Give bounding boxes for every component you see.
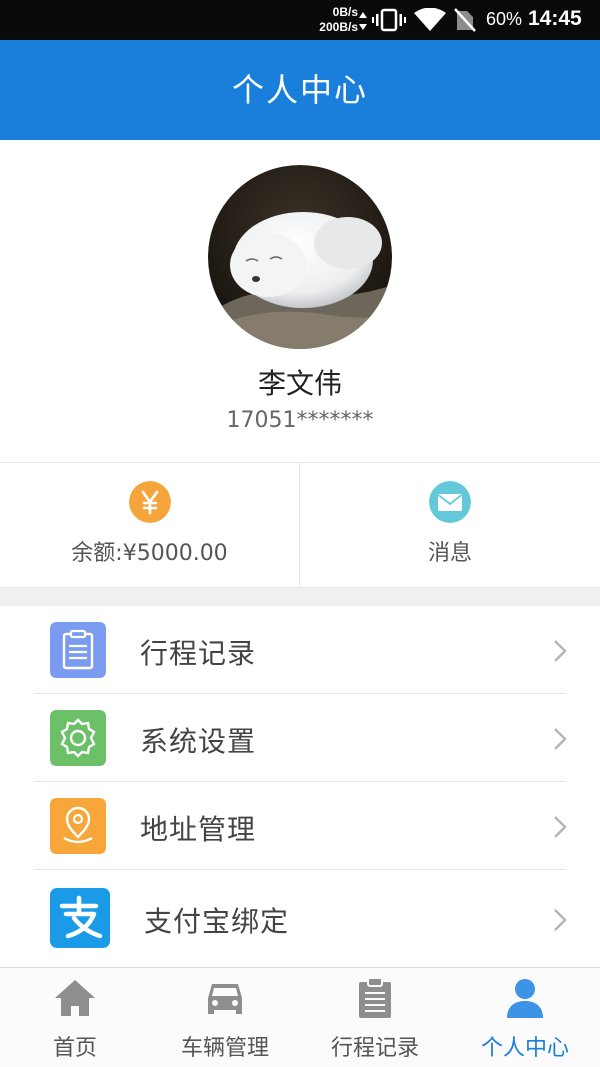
net-up-speed: 200B/s — [319, 20, 358, 34]
menu-item-system-settings[interactable]: 系统设置 — [0, 694, 600, 782]
section-gap — [0, 588, 600, 606]
nav-personal-center[interactable]: 个人中心 — [450, 968, 600, 1067]
quick-actions: 余额:¥5000.00 消息 — [0, 462, 600, 588]
nav-label: 个人中心 — [480, 1036, 569, 1061]
nav-label: 首页 — [52, 1036, 97, 1061]
clock: 14:45 — [528, 7, 582, 30]
messages-button[interactable]: 消息 — [300, 463, 600, 588]
nav-trip-records[interactable]: 行程记录 — [300, 968, 450, 1067]
battery-level: 60% — [486, 9, 523, 29]
menu-item-label: 系统设置 — [140, 725, 257, 758]
menu-item-trip-records[interactable]: 行程记录 — [0, 606, 600, 694]
chevron-right-icon — [554, 909, 567, 931]
avatar[interactable] — [208, 165, 392, 349]
avatar-photo — [208, 165, 392, 349]
clipboard-icon — [359, 977, 391, 1018]
menu-item-label: 支付宝绑定 — [144, 905, 290, 938]
chevron-right-icon — [554, 640, 567, 662]
car-icon — [208, 984, 242, 1014]
page-title: 个人中心 — [231, 71, 368, 109]
data-arrows-icon — [359, 12, 367, 30]
menu-item-alipay-binding[interactable]: 支付宝绑定 — [0, 870, 600, 966]
gear-icon — [50, 710, 106, 766]
alipay-icon — [50, 888, 110, 948]
menu-item-address-management[interactable]: 地址管理 — [0, 782, 600, 870]
bottom-nav: 首页 车辆管理 行程记录 个人中心 — [0, 967, 600, 1067]
net-down-speed: 0B/s — [332, 5, 358, 19]
profile-section: 李文伟 17051******* — [0, 140, 600, 462]
user-phone: 17051******* — [226, 408, 374, 433]
network-speed: 0B/s 200B/s — [306, 5, 358, 35]
home-icon — [55, 980, 95, 1016]
menu-item-label: 地址管理 — [140, 813, 257, 846]
location-pin-icon — [50, 798, 106, 854]
menu-item-label: 行程记录 — [140, 637, 257, 670]
nav-label: 行程记录 — [330, 1036, 419, 1061]
vibrate-icon — [372, 8, 406, 32]
chevron-right-icon — [554, 728, 567, 750]
balance-button[interactable]: 余额:¥5000.00 — [0, 463, 300, 588]
message-label: 消息 — [427, 541, 472, 566]
status-bar: 0B/s 200B/s 60% 14:45 — [0, 0, 600, 40]
yen-icon — [129, 481, 171, 523]
balance-label: 余额:¥5000.00 — [71, 541, 228, 566]
clipboard-icon — [50, 622, 106, 678]
nav-vehicle-management[interactable]: 车辆管理 — [150, 968, 300, 1067]
wifi-icon — [414, 8, 446, 31]
person-icon — [507, 979, 543, 1018]
nav-label: 车辆管理 — [180, 1036, 269, 1061]
chevron-right-icon — [554, 816, 567, 838]
app-header: 个人中心 — [0, 40, 600, 140]
no-sim-icon — [454, 8, 476, 32]
user-name: 李文伟 — [257, 367, 342, 400]
nav-home[interactable]: 首页 — [0, 968, 150, 1067]
envelope-icon — [429, 481, 471, 523]
